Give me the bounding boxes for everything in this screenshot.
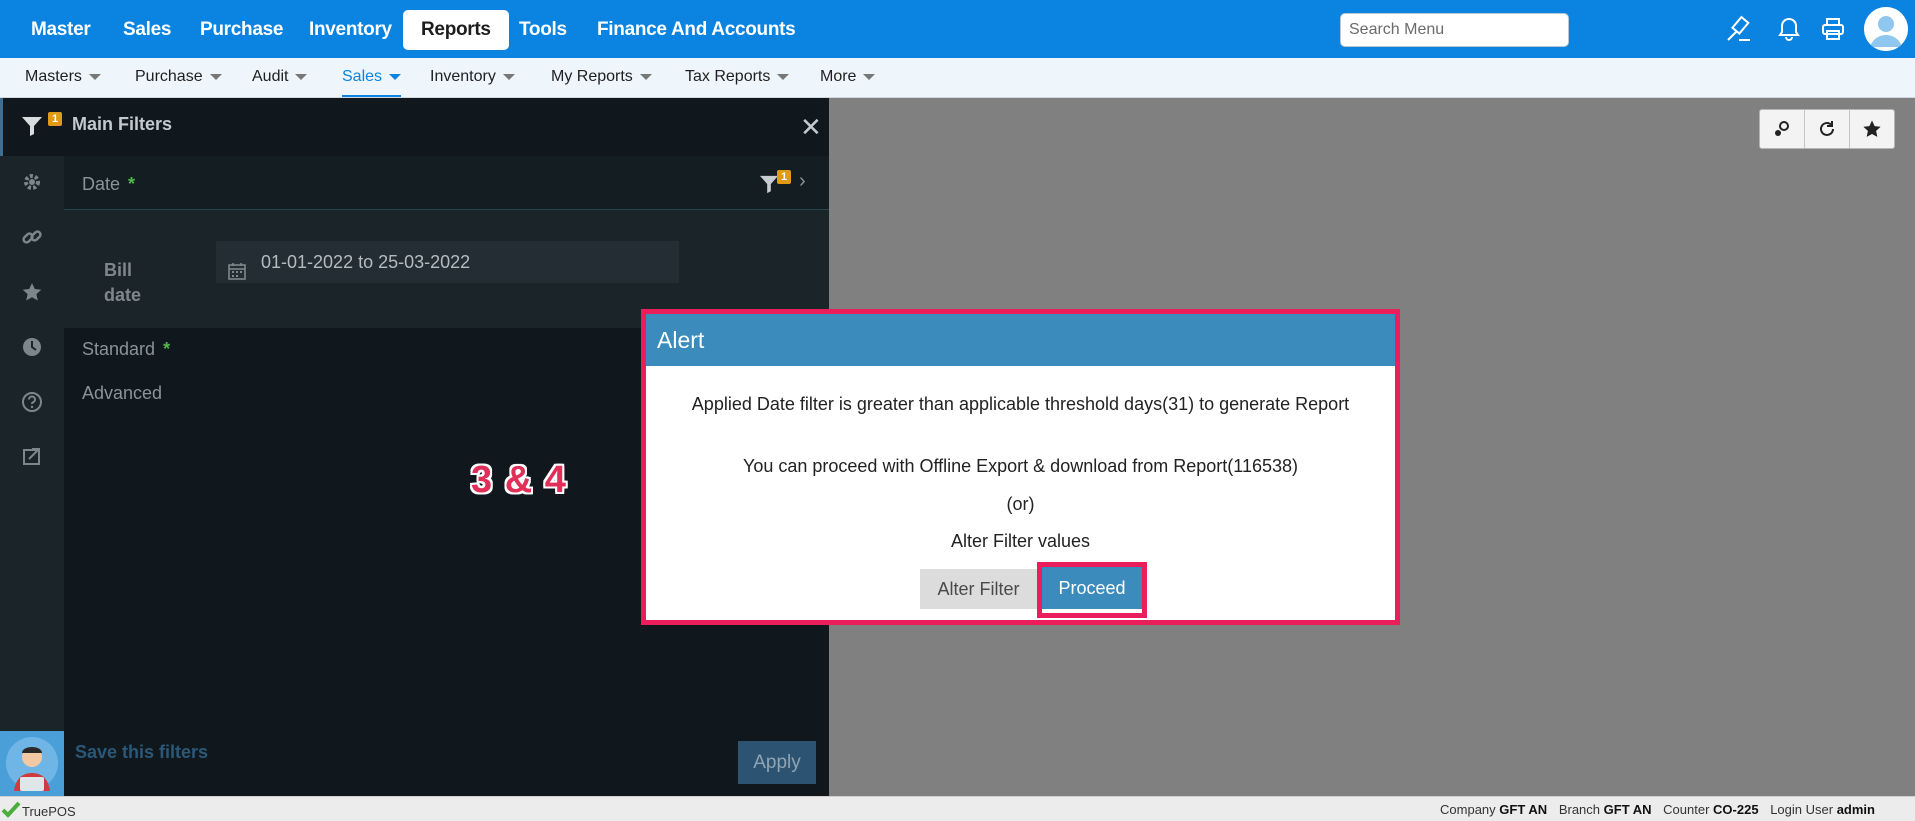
caret-down-icon — [777, 73, 790, 80]
refresh-icon[interactable] — [1805, 110, 1850, 148]
subnav-my-reports[interactable]: My Reports — [551, 58, 652, 97]
star-icon[interactable] — [16, 276, 48, 308]
tab-sales[interactable]: Sales — [123, 10, 171, 50]
advanced-filter[interactable]: Advanced — [82, 383, 162, 404]
counter-label: Counter — [1663, 802, 1710, 817]
date-filter-label: Date * — [82, 174, 135, 195]
subnav-label: Masters — [25, 68, 82, 85]
caret-down-icon — [88, 73, 101, 80]
date-filter-badge: 1 — [777, 170, 791, 184]
bell-icon[interactable] — [1773, 13, 1805, 45]
login-value: admin — [1836, 802, 1875, 817]
caret-down-icon — [502, 73, 515, 80]
sub-navbar: Masters Purchase Audit Sales Inventory M… — [0, 58, 1915, 98]
alert-message-threshold: Applied Date filter is greater than appl… — [691, 394, 1350, 414]
counter-value: CO-225 — [1713, 802, 1759, 817]
date-range-value: 01-01-2022 to 25-03-2022 — [261, 252, 471, 272]
app-name: TruePOS — [22, 804, 76, 819]
subnav-label: Purchase — [135, 68, 203, 85]
tab-purchase[interactable]: Purchase — [200, 10, 283, 50]
close-icon[interactable]: ✕ — [800, 114, 822, 140]
gear-icon[interactable] — [16, 166, 48, 198]
export-icon[interactable] — [16, 440, 48, 472]
subnav-label: Sales — [342, 68, 383, 85]
caret-down-icon — [209, 73, 222, 80]
tab-tools[interactable]: Tools — [519, 10, 567, 50]
calendar-icon — [228, 253, 246, 280]
alert-message-offline: You can proceed with Offline Export & do… — [743, 456, 1298, 476]
alert-message-alter: Alter Filter values — [950, 531, 1091, 551]
standard-filter[interactable]: Standard * — [82, 339, 170, 360]
subnav-label: Inventory — [430, 68, 496, 85]
date-range-field[interactable]: 01-01-2022 to 25-03-2022 — [216, 241, 679, 283]
subnav-label: My Reports — [551, 68, 633, 85]
save-filters-link[interactable]: Save this filters — [75, 742, 208, 763]
proceed-button[interactable]: Proceed — [1042, 567, 1142, 609]
alert-message-or: (or) — [1006, 494, 1035, 514]
company-value: GFT AN — [1499, 802, 1548, 817]
standard-label-text: Standard — [82, 339, 156, 359]
tab-master[interactable]: Master — [31, 10, 91, 50]
branch-value: GFT AN — [1603, 802, 1652, 817]
subnav-masters[interactable]: Masters — [25, 58, 101, 97]
tab-reports[interactable]: Reports — [403, 10, 509, 50]
printer-icon[interactable] — [1817, 13, 1849, 45]
login-label: Login User — [1770, 802, 1834, 817]
check-icon — [0, 801, 22, 821]
top-navbar: Master Sales Purchase Inventory Reports … — [0, 0, 1915, 58]
alter-filter-button[interactable]: Alter Filter — [920, 569, 1037, 609]
link-icon[interactable] — [16, 221, 48, 253]
subnav-sales[interactable]: Sales — [342, 58, 402, 97]
subnav-purchase[interactable]: Purchase — [135, 58, 222, 97]
assistant-avatar[interactable] — [0, 731, 64, 796]
subnav-label: Audit — [252, 68, 289, 85]
chevron-right-icon: › — [799, 170, 806, 192]
session-info: Company GFT AN Branch GFT AN Counter CO-… — [1440, 802, 1883, 817]
star-icon[interactable] — [1850, 110, 1894, 148]
filter-icon — [759, 174, 779, 199]
filter-rail: 1 — [0, 98, 64, 731]
date-label-text: Date — [82, 174, 121, 194]
required-mark: * — [163, 339, 171, 359]
bill-date-label: Bill date — [104, 260, 142, 305]
clock-icon[interactable] — [16, 331, 48, 363]
filter-icon[interactable] — [16, 110, 48, 142]
subnav-label: Tax Reports — [685, 68, 771, 85]
search-input[interactable] — [1340, 13, 1569, 47]
app-brand: TruePOS — [0, 801, 76, 821]
settings-key-icon[interactable] — [1760, 110, 1805, 148]
report-toolbar — [1759, 109, 1895, 149]
caret-down-icon — [639, 73, 652, 80]
caret-down-icon — [863, 73, 876, 80]
apply-button[interactable]: Apply — [738, 741, 816, 784]
status-bar: TruePOS Company GFT AN Branch GFT AN Cou… — [0, 796, 1915, 821]
caret-down-icon — [389, 73, 402, 80]
subnav-audit[interactable]: Audit — [252, 58, 308, 97]
caret-down-icon — [295, 73, 308, 80]
filter-count-badge: 1 — [48, 112, 62, 126]
gavel-icon[interactable] — [1723, 13, 1755, 45]
main-filters-title: Main Filters — [72, 114, 173, 134]
required-mark: * — [128, 174, 136, 194]
company-label: Company — [1440, 802, 1496, 817]
date-filter-header[interactable]: Date * 1 › — [64, 156, 829, 210]
branch-label: Branch — [1558, 802, 1601, 817]
alert-title: Alert — [646, 314, 1395, 366]
step-annotation: 3 & 4 — [471, 459, 567, 501]
tab-finance-and-accounts[interactable]: Finance And Accounts — [597, 10, 796, 50]
subnav-more[interactable]: More — [820, 58, 876, 97]
user-avatar-icon[interactable] — [1864, 7, 1908, 51]
tab-inventory[interactable]: Inventory — [309, 10, 392, 50]
subnav-inventory[interactable]: Inventory — [430, 58, 515, 97]
subnav-label: More — [820, 68, 857, 85]
subnav-tax-reports[interactable]: Tax Reports — [685, 58, 790, 97]
help-icon[interactable] — [16, 386, 48, 418]
